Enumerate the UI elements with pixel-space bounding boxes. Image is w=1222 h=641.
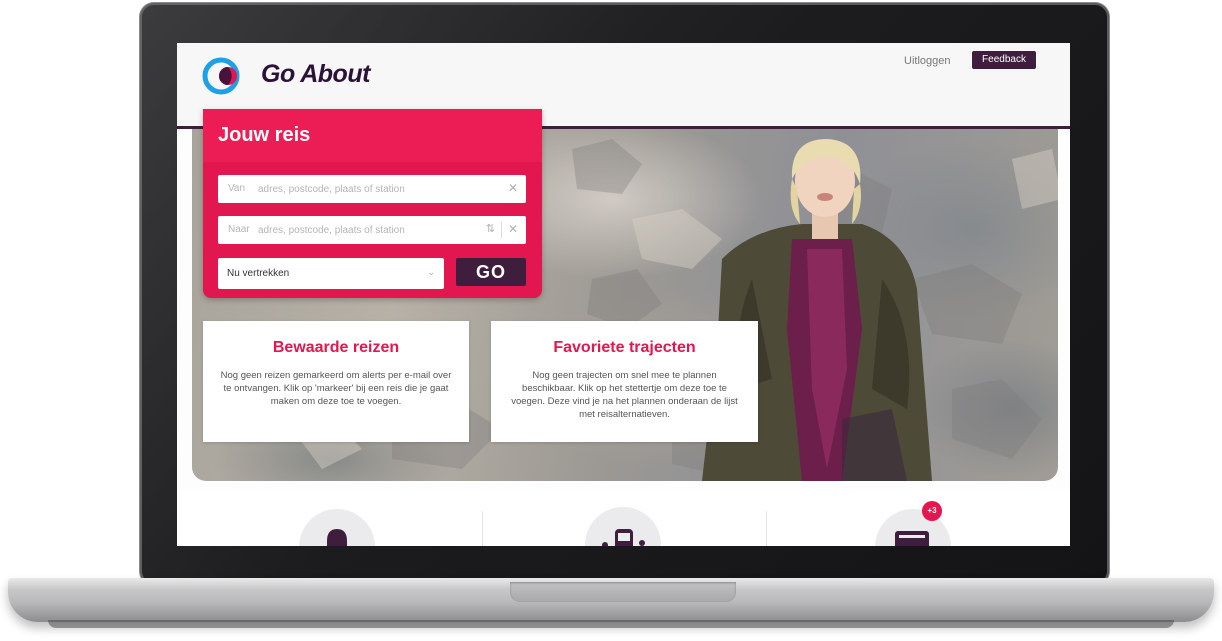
favorite-routes-card: Favoriete trajecten Nog geen trajecten o… — [491, 321, 758, 442]
laptop-notch — [510, 582, 736, 602]
clear-from-icon[interactable]: ✕ — [508, 181, 518, 195]
journey-planner: Jouw reis Van ✕ Naar ⇅ ✕ Nu vertrekken ⌄… — [203, 109, 542, 298]
feature-1[interactable] — [299, 509, 375, 546]
saved-journeys-card: Bewaarde reizen Nog geen reizen gemarkee… — [203, 321, 469, 442]
feature-divider-1 — [482, 511, 483, 546]
ticket-icon — [895, 531, 929, 546]
journey-title-bar: Jouw reis — [203, 109, 542, 162]
swap-icon[interactable]: ⇅ — [486, 222, 495, 235]
clear-to-icon[interactable]: ✕ — [508, 222, 518, 236]
from-field[interactable]: Van ✕ — [218, 175, 526, 203]
to-input[interactable] — [258, 219, 488, 241]
laptop-screen: Go About Uitloggen Feedback Jouw reis Va… — [177, 43, 1070, 546]
feedback-button[interactable]: Feedback — [972, 51, 1036, 69]
to-field[interactable]: Naar ⇅ ✕ — [218, 216, 526, 244]
go-button[interactable]: GO — [456, 258, 526, 286]
departure-time-value: Nu vertrekken — [227, 268, 290, 279]
logo-text[interactable]: Go About — [261, 60, 370, 89]
feature-divider-2 — [766, 511, 767, 546]
feature-2[interactable] — [585, 507, 661, 546]
favorite-routes-text: Nog geen trajecten om snel mee te planne… — [511, 370, 738, 420]
chevron-down-icon: ⌄ — [427, 267, 435, 277]
feature-3[interactable]: +3 — [875, 501, 951, 546]
departure-time-select[interactable]: Nu vertrekken ⌄ — [218, 258, 444, 289]
saved-journeys-text: Nog geen reizen gemarkeerd om alerts per… — [220, 370, 452, 407]
logo-icon — [202, 57, 240, 95]
saved-journeys-title: Bewaarde reizen — [272, 339, 400, 356]
bell-icon — [327, 529, 347, 546]
to-label: Naar — [228, 224, 250, 235]
transport-icon — [602, 529, 645, 546]
feature-row: +3 — [177, 489, 1070, 546]
notification-badge: +3 — [922, 501, 942, 521]
favorite-routes-title: Favoriete trajecten — [553, 339, 696, 356]
from-label: Van — [228, 183, 246, 194]
from-input[interactable] — [258, 178, 488, 200]
logout-link[interactable]: Uitloggen — [904, 55, 950, 67]
journey-title: Jouw reis — [218, 124, 311, 146]
field-divider — [501, 222, 502, 238]
